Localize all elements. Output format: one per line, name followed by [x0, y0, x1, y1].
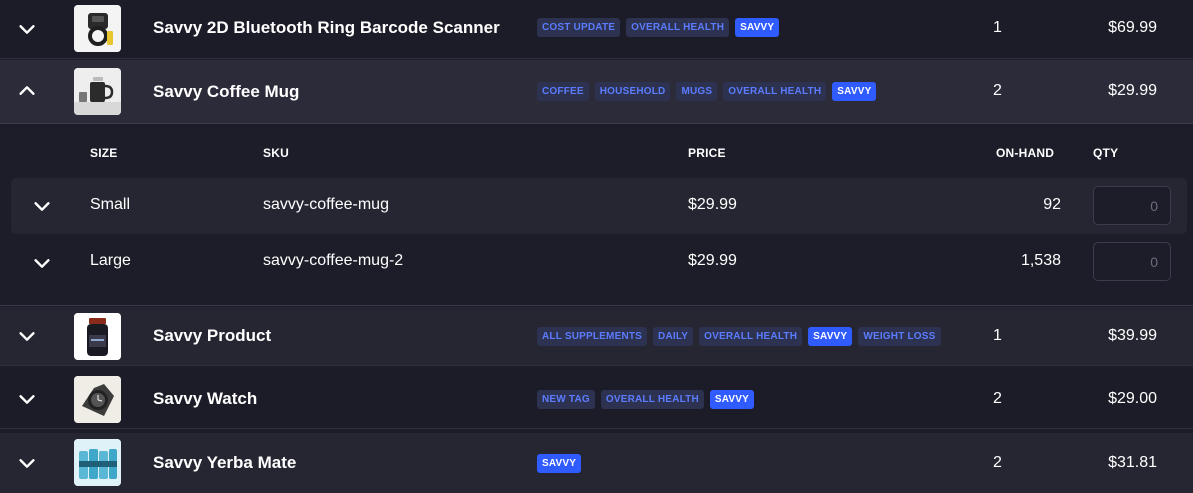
product-list: Savvy 2D Bluetooth Ring Barcode Scanner …: [0, 0, 1193, 493]
variant-row[interactable]: Small savvy-coffee-mug $29.99 92: [11, 178, 1187, 234]
tag-list: NEW TAG OVERALL HEALTH SAVVY: [537, 390, 755, 409]
tag[interactable]: OVERALL HEALTH: [626, 18, 730, 37]
tag[interactable]: NEW TAG: [537, 390, 595, 409]
column-header-qty: QTY: [1093, 146, 1119, 160]
variant-sku: savvy-coffee-mug-2: [263, 252, 404, 269]
variant-count: 2: [993, 390, 1002, 407]
product-name[interactable]: Savvy Coffee Mug: [153, 82, 299, 102]
chevron-down-icon[interactable]: [16, 325, 38, 347]
tag-list: SAVVY: [537, 454, 582, 473]
tag[interactable]: OVERALL HEALTH: [600, 390, 704, 409]
tag[interactable]: SAVVY: [832, 82, 877, 101]
product-name[interactable]: Savvy Yerba Mate: [153, 453, 296, 473]
supplement-bottle-image: [74, 313, 121, 360]
product-row[interactable]: Savvy Yerba Mate SAVVY 2 $31.81: [0, 433, 1193, 493]
column-header-size: SIZE: [90, 146, 118, 160]
column-header-price: PRICE: [688, 146, 726, 160]
tag[interactable]: DAILY: [653, 327, 694, 346]
chevron-down-icon[interactable]: [31, 195, 53, 217]
tag[interactable]: WEIGHT LOSS: [858, 327, 941, 346]
tag[interactable]: HOUSEHOLD: [594, 82, 671, 101]
tag[interactable]: MUGS: [676, 82, 718, 101]
product-price: $29.99: [1108, 82, 1157, 99]
tag[interactable]: COFFEE: [537, 82, 589, 101]
tag-list: COFFEE HOUSEHOLD MUGS OVERALL HEALTH SAV…: [537, 82, 877, 101]
variant-count: 2: [993, 82, 1002, 99]
product-price: $29.00: [1108, 390, 1157, 407]
variant-on-hand: 1,538: [1020, 252, 1061, 269]
variant-count: 1: [993, 327, 1002, 344]
tag[interactable]: ALL SUPPLEMENTS: [537, 327, 648, 346]
tag[interactable]: SAVVY: [537, 454, 582, 473]
product-name[interactable]: Savvy Product: [153, 326, 271, 346]
variant-price: $29.99: [688, 196, 737, 213]
variant-row[interactable]: Large savvy-coffee-mug-2 $29.99 1,538: [11, 235, 1187, 291]
chevron-up-icon[interactable]: [16, 80, 38, 102]
tag[interactable]: SAVVY: [709, 390, 755, 409]
column-header-sku: SKU: [263, 146, 289, 160]
product-row-expanded[interactable]: Savvy Coffee Mug COFFEE HOUSEHOLD MUGS O…: [0, 60, 1193, 124]
variant-count: 1: [993, 19, 1002, 36]
tag-list: ALL SUPPLEMENTS DAILY OVERALL HEALTH SAV…: [537, 327, 941, 346]
variant-size: Small: [90, 196, 131, 213]
variants-panel: SIZE SKU PRICE ON-HAND QTY Small savvy-c…: [0, 124, 1193, 306]
tag[interactable]: OVERALL HEALTH: [723, 82, 827, 101]
qty-input[interactable]: [1093, 242, 1171, 281]
watch-image: [74, 376, 121, 423]
tag[interactable]: OVERALL HEALTH: [699, 327, 803, 346]
chevron-down-icon[interactable]: [16, 388, 38, 410]
chevron-down-icon[interactable]: [31, 252, 53, 274]
variant-count: 2: [993, 454, 1002, 471]
variant-on-hand: 92: [1043, 196, 1061, 213]
variant-price: $29.99: [688, 252, 737, 269]
product-row[interactable]: Savvy Watch NEW TAG OVERALL HEALTH SAVVY…: [0, 370, 1193, 429]
tag[interactable]: COST UPDATE: [537, 18, 621, 37]
chevron-down-icon[interactable]: [16, 452, 38, 474]
ring-scanner-image: [74, 5, 121, 52]
coffee-mug-image: [74, 68, 121, 115]
product-price: $69.99: [1108, 19, 1157, 36]
product-name[interactable]: Savvy 2D Bluetooth Ring Barcode Scanner: [153, 18, 500, 38]
tag[interactable]: SAVVY: [808, 327, 853, 346]
product-row[interactable]: Savvy Product ALL SUPPLEMENTS DAILY OVER…: [0, 307, 1193, 366]
product-row[interactable]: Savvy 2D Bluetooth Ring Barcode Scanner …: [0, 0, 1193, 59]
variant-sku: savvy-coffee-mug: [263, 196, 389, 213]
qty-input[interactable]: [1093, 186, 1171, 225]
yerba-mate-cans-image: [74, 439, 121, 486]
product-price: $39.99: [1108, 327, 1157, 344]
column-header-on-hand: ON-HAND: [996, 146, 1055, 160]
variant-size: Large: [90, 252, 131, 269]
product-name[interactable]: Savvy Watch: [153, 389, 257, 409]
tag-list: COST UPDATE OVERALL HEALTH SAVVY: [537, 18, 780, 37]
product-price: $31.81: [1108, 454, 1157, 471]
chevron-down-icon[interactable]: [16, 18, 38, 40]
tag[interactable]: SAVVY: [735, 18, 780, 37]
